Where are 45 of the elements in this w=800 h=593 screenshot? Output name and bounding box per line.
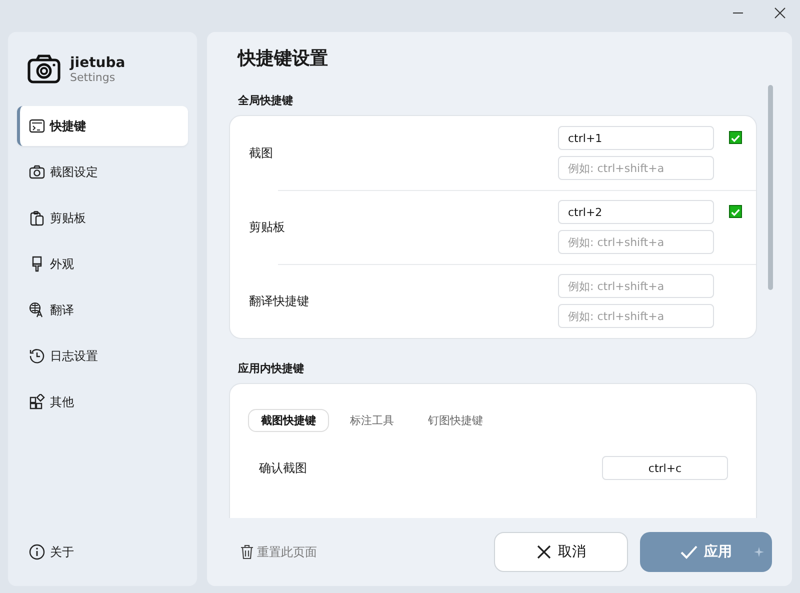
close-icon[interactable] xyxy=(774,7,786,19)
shortcut-field[interactable]: 例如: ctrl+shift+a xyxy=(558,230,714,254)
setting-label: 翻译快捷键 xyxy=(248,292,310,310)
clipboard-icon xyxy=(29,210,45,226)
tab[interactable]: 标注工具 xyxy=(337,409,407,432)
app-subtitle: Settings xyxy=(70,70,116,84)
shortcut-field[interactable]: 例如: ctrl+shift+a xyxy=(558,304,714,328)
shortcut-field[interactable]: ctrl+1 xyxy=(558,126,714,150)
sidebar-item[interactable]: 外观 xyxy=(17,244,188,284)
history-icon xyxy=(29,348,45,364)
sidebar-item[interactable]: 截图设定 xyxy=(17,152,188,192)
sidebar-item[interactable]: 其他 xyxy=(17,382,188,422)
tab[interactable]: 钉图快捷键 xyxy=(415,409,496,432)
tab[interactable]: 截图快捷键 xyxy=(248,409,329,432)
scrollbar[interactable] xyxy=(768,85,773,290)
sidebar-item[interactable]: 剪贴板 xyxy=(17,198,188,238)
app-name: jietuba xyxy=(70,54,126,70)
shortcut-field[interactable]: ctrl+c xyxy=(602,456,728,480)
section-heading: 全局快捷键 xyxy=(237,93,294,109)
setting-label: 剪贴板 xyxy=(248,218,286,236)
setting-label: 确认截图 xyxy=(258,460,308,476)
apps-icon xyxy=(29,394,45,410)
sidebar-item[interactable]: 快捷键 xyxy=(17,106,188,146)
shortcut-field[interactable]: 例如: ctrl+shift+a xyxy=(558,274,714,298)
trash-icon xyxy=(240,544,254,560)
sparkle-icon xyxy=(754,547,764,557)
sidebar-item[interactable]: 日志设置 xyxy=(17,336,188,376)
sidebar-item[interactable]: 翻译 xyxy=(17,290,188,330)
setting-label: 截图 xyxy=(248,144,274,162)
shortcut-field[interactable]: 例如: ctrl+shift+a xyxy=(558,156,714,180)
terminal-icon xyxy=(29,118,45,134)
check-icon xyxy=(680,544,698,560)
translate-icon xyxy=(29,302,45,318)
camera-icon xyxy=(29,164,45,180)
reset-link[interactable]: 重置此页面 xyxy=(240,544,317,560)
shortcut-field[interactable]: ctrl+2 xyxy=(558,200,714,224)
checkbox[interactable] xyxy=(728,205,742,218)
close-icon xyxy=(536,544,552,560)
about-item[interactable]: 关于 xyxy=(17,532,188,572)
checkbox[interactable] xyxy=(728,131,742,144)
camera-icon xyxy=(27,54,61,84)
page-title: 快捷键设置 xyxy=(236,47,329,71)
cancel-button[interactable]: 取消 xyxy=(494,532,628,572)
section-heading: 应用内快捷键 xyxy=(236,361,305,377)
info-icon xyxy=(29,544,45,560)
